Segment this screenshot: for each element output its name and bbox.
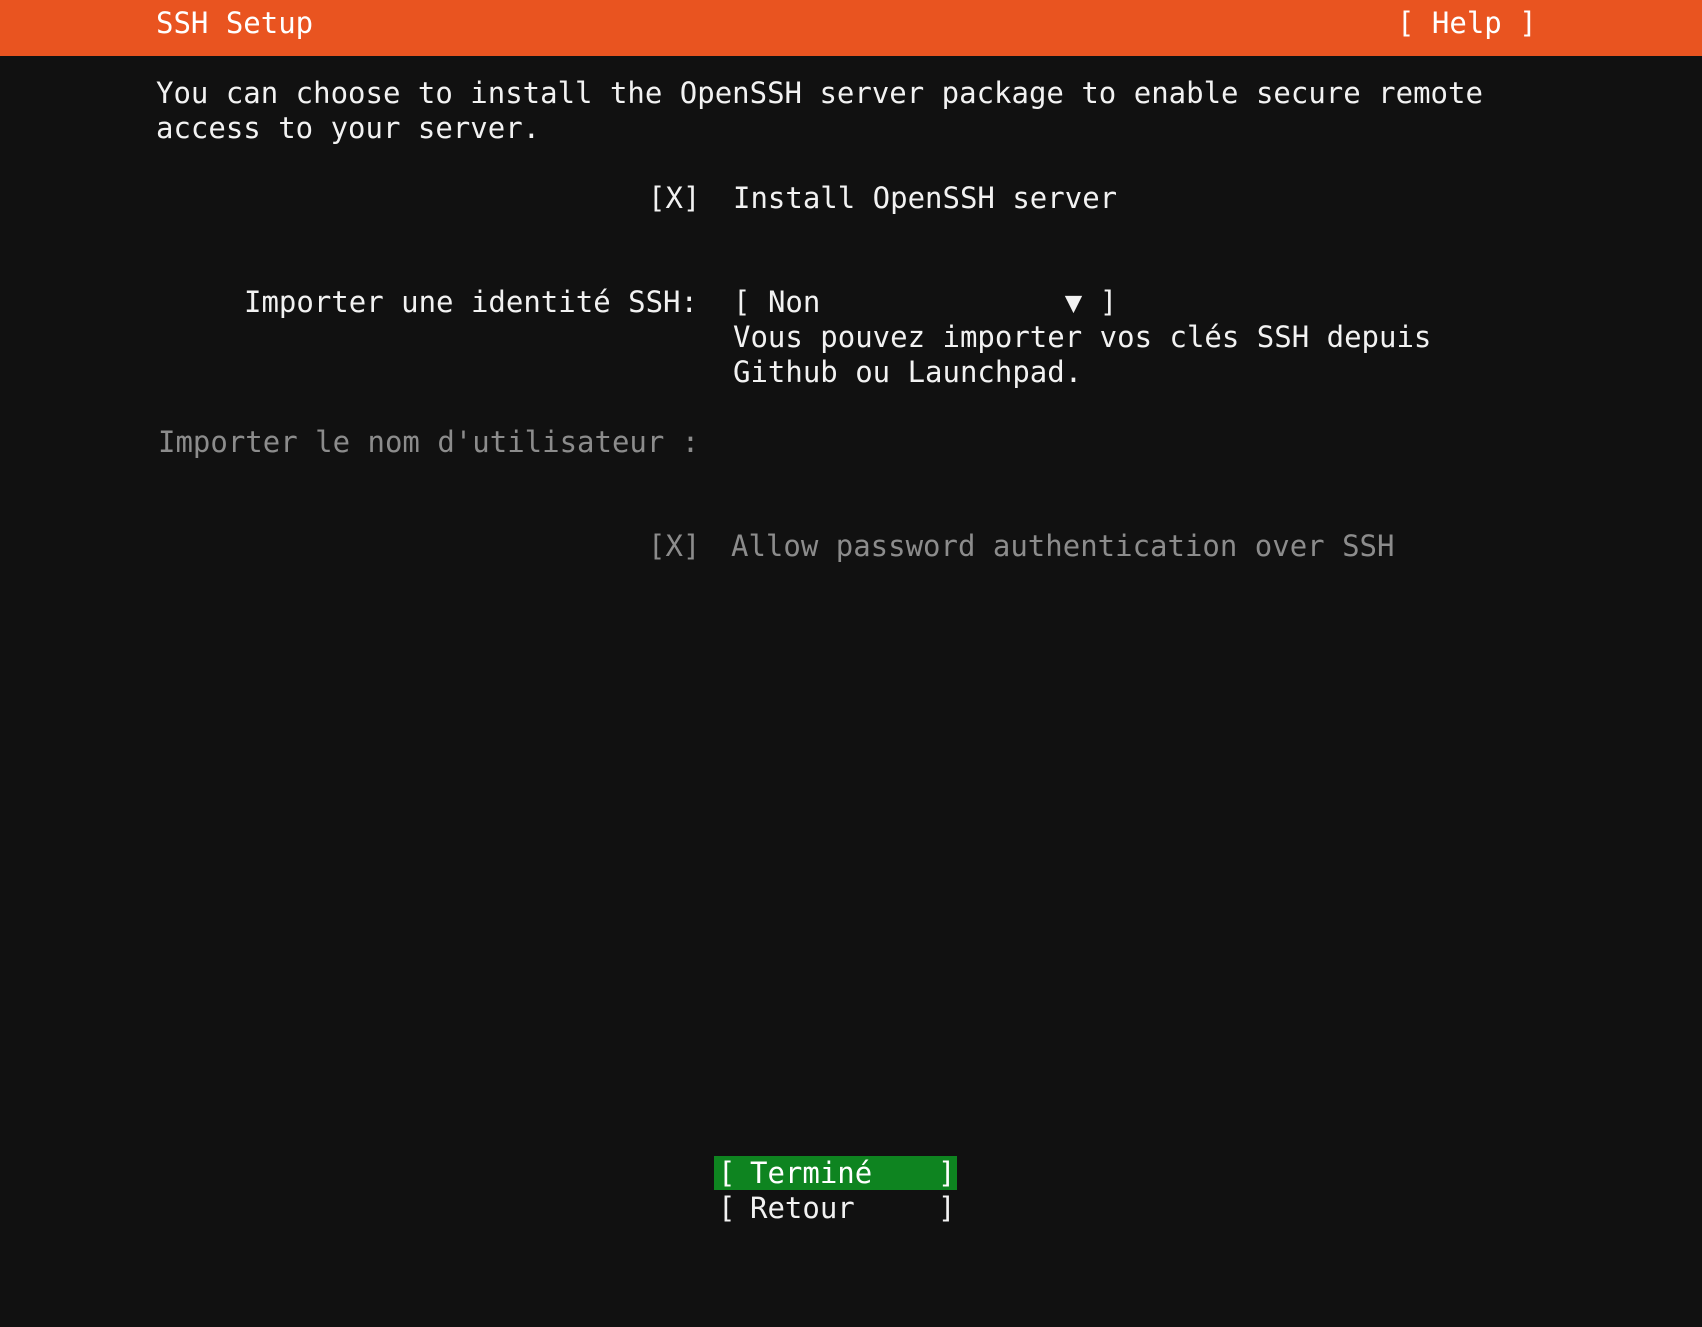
done-button-label: Terminé	[750, 1156, 873, 1190]
back-button-label: Retour	[750, 1191, 855, 1225]
import-identity-help-line-1: Vous pouvez importer vos clés SSH depuis	[733, 320, 1432, 354]
allow-password-checkbox[interactable]: [X]	[648, 529, 700, 564]
select-open-bracket: [	[733, 285, 751, 319]
done-button[interactable]: [ Terminé ]	[714, 1156, 957, 1190]
help-button[interactable]: [ Help ]	[1397, 6, 1537, 41]
import-identity-value: Non	[767, 285, 821, 319]
install-openssh-checkbox[interactable]: [X]	[648, 181, 700, 216]
page-title: SSH Setup	[156, 6, 314, 40]
import-identity-help-line-2: Github ou Launchpad.	[733, 355, 1083, 389]
done-button-close-bracket: ]	[938, 1156, 956, 1190]
allow-password-label[interactable]: Allow password authentication over SSH	[731, 529, 1394, 564]
import-identity-select[interactable]: [ Non ▼ ]	[733, 285, 1117, 320]
done-button-open-bracket: [	[718, 1156, 736, 1190]
import-identity-label: Importer une identité SSH:	[244, 285, 698, 319]
intro-text-line-2: access to your server.	[156, 111, 541, 145]
select-close-bracket: ]	[1099, 285, 1118, 319]
dropdown-arrow-icon: ▼	[1064, 285, 1083, 319]
intro-text-line-1: You can choose to install the OpenSSH se…	[156, 76, 1483, 110]
title-bar: SSH Setup [ Help ]	[0, 0, 1702, 56]
back-button-open-bracket: [	[718, 1191, 736, 1225]
back-button-close-bracket: ]	[938, 1191, 956, 1225]
back-button[interactable]: [ Retour ]	[714, 1191, 957, 1225]
import-username-label: Importer le nom d'utilisateur :	[158, 425, 700, 459]
install-openssh-label[interactable]: Install OpenSSH server	[733, 181, 1117, 216]
